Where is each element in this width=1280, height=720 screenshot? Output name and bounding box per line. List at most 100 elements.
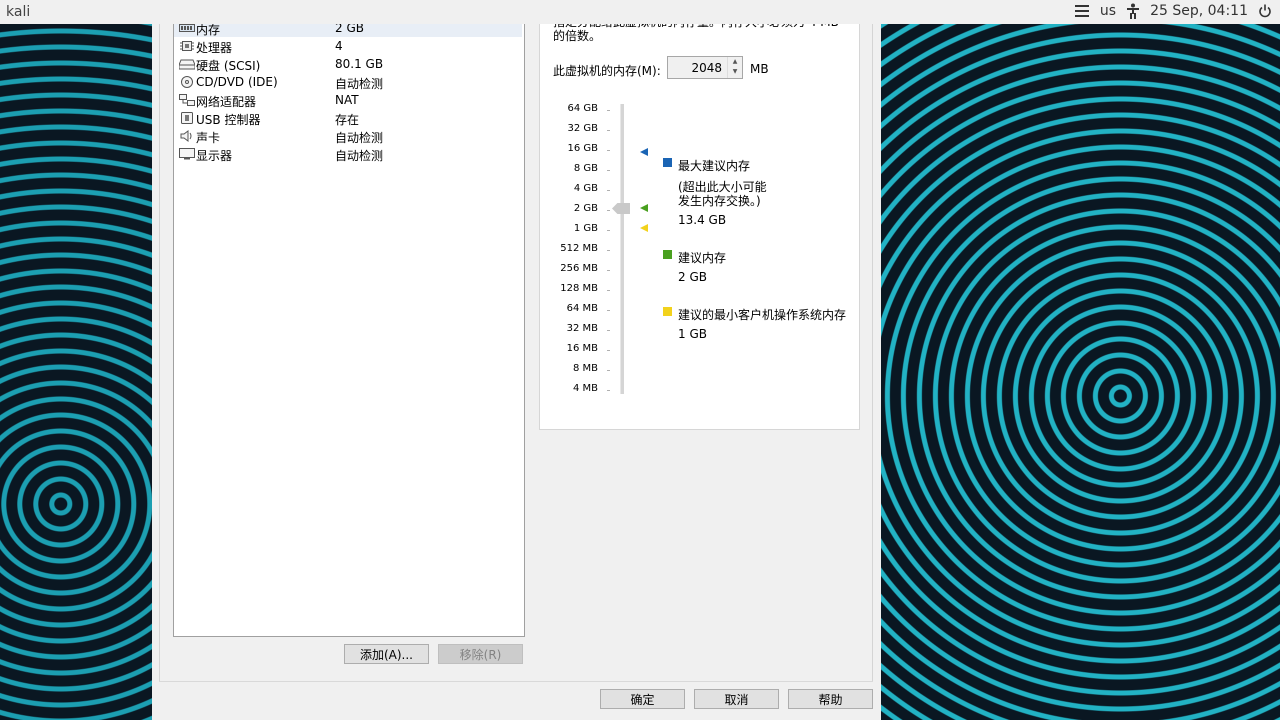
dialog-separator	[159, 681, 873, 682]
memory-scale-label: 256 MB	[560, 263, 598, 274]
memory-scale-label: 128 MB	[560, 283, 598, 294]
memory-settings-group: 内存 指定分配给此虚拟机的内存量。内存大小必须为 4 MB 的倍数。 此虚拟机的…	[539, 0, 860, 430]
device-summary: 自动检测	[335, 149, 384, 163]
memory-scale-label: 4 MB	[572, 383, 598, 394]
device-list[interactable]: 设备 摘要 内存 2 GB 处理器 4 硬盘 (SCSI) 80.1 GB CD…	[173, 0, 525, 637]
memory-size-value[interactable]: 2048	[691, 61, 722, 75]
recommended-marker-icon	[640, 204, 648, 212]
device-name: 处理器	[196, 41, 233, 55]
memory-scale-tick	[607, 210, 610, 211]
device-row-sound[interactable]: 声卡 自动检测	[174, 127, 522, 145]
desktop-wallpaper-left	[0, 0, 152, 720]
memory-scale-tick	[607, 150, 610, 151]
ok-button[interactable]: 确定	[600, 689, 685, 709]
min-recommended-title: 建议的最小客户机操作系统内存	[678, 308, 847, 322]
panel-tray: us 25 Sep, 04:11	[1074, 3, 1272, 19]
device-name: USB 控制器	[196, 113, 261, 127]
remove-button[interactable]: 移除(R)	[438, 644, 523, 664]
top-panel: kali us 25 Sep, 04:11	[0, 0, 1280, 24]
memory-scale-tick	[607, 350, 610, 351]
vm-settings-dialog: 设备 摘要 内存 2 GB 处理器 4 硬盘 (SCSI) 80.1 GB CD…	[152, 0, 881, 720]
cancel-button[interactable]: 取消	[694, 689, 779, 709]
memory-scale-label: 64 MB	[566, 303, 598, 314]
recommended-swatch	[663, 250, 672, 259]
sound-icon	[180, 130, 192, 142]
memory-scale-tick	[607, 130, 610, 131]
device-row-usb[interactable]: USB 控制器 存在	[174, 109, 522, 127]
device-name: 显示器	[196, 149, 233, 163]
memory-unit-label: MB	[750, 62, 769, 76]
device-row-cdrom[interactable]: CD/DVD (IDE) 自动检测	[174, 73, 522, 91]
network-icon	[179, 94, 195, 106]
memory-scale-tick	[607, 390, 610, 391]
memory-scale-tick	[607, 330, 610, 331]
recommended-value: 2 GB	[678, 270, 707, 284]
memory-slider-thumb[interactable]	[612, 203, 630, 214]
clock[interactable]: 25 Sep, 04:11	[1150, 3, 1248, 19]
memory-size-spinbox[interactable]: 2048 ▲ ▼	[667, 56, 743, 79]
memory-description-line2: 的倍数。	[553, 29, 602, 43]
device-name: 硬盘 (SCSI)	[196, 59, 261, 73]
memory-scale-label: 32 MB	[566, 323, 598, 334]
min-recommended-marker-icon	[640, 224, 648, 232]
memory-scale-label: 2 GB	[573, 203, 598, 214]
min-recommended-value: 1 GB	[678, 327, 707, 341]
memory-scale-label: 1 GB	[573, 223, 598, 234]
device-row-display[interactable]: 显示器 自动检测	[174, 145, 522, 163]
memory-scale-label: 8 GB	[573, 163, 598, 174]
device-name: CD/DVD (IDE)	[196, 75, 278, 89]
menu-icon[interactable]	[1074, 4, 1090, 18]
cdrom-icon	[181, 76, 193, 88]
max-recommended-title: 最大建议内存	[678, 159, 751, 173]
device-summary: 80.1 GB	[335, 57, 384, 71]
device-summary: 自动检测	[335, 77, 384, 91]
memory-scale-tick	[607, 190, 610, 191]
memory-scale-label: 16 GB	[567, 143, 598, 154]
memory-size-label: 此虚拟机的内存(M):	[553, 64, 661, 78]
spin-arrows[interactable]: ▲ ▼	[727, 57, 742, 78]
display-icon	[179, 148, 195, 160]
memory-scale-tick	[607, 290, 610, 291]
keyboard-layout-indicator[interactable]: us	[1100, 3, 1116, 19]
device-row-processor[interactable]: 处理器 4	[174, 37, 522, 55]
memory-scale-label: 64 GB	[567, 103, 598, 114]
max-recommended-value: 13.4 GB	[678, 213, 727, 227]
max-recommended-note-line2: 发生内存交换。)	[678, 194, 761, 208]
memory-scale-tick	[607, 310, 610, 311]
memory-scale-tick	[607, 270, 610, 271]
memory-scale-tick	[607, 370, 610, 371]
device-name: 声卡	[196, 131, 221, 145]
memory-scale-label: 4 GB	[573, 183, 598, 194]
device-summary: NAT	[335, 93, 359, 107]
help-button[interactable]: 帮助	[788, 689, 873, 709]
cpu-icon	[180, 41, 194, 51]
memory-scale-tick	[607, 230, 610, 231]
memory-scale-label: 32 GB	[567, 123, 598, 134]
usb-icon	[181, 112, 193, 124]
spin-down-icon[interactable]: ▼	[728, 67, 742, 77]
memory-scale-tick	[607, 170, 610, 171]
memory-scale-label: 16 MB	[566, 343, 598, 354]
memory-slider-track[interactable]	[620, 104, 624, 394]
max-recommended-marker-icon	[640, 148, 648, 156]
memory-scale-label: 512 MB	[560, 243, 598, 254]
accessibility-icon[interactable]	[1126, 3, 1140, 19]
spin-up-icon[interactable]: ▲	[728, 57, 742, 67]
max-recommended-swatch	[663, 158, 672, 167]
device-summary: 存在	[335, 113, 360, 127]
add-button[interactable]: 添加(A)...	[344, 644, 429, 664]
memory-scale-label: 8 MB	[572, 363, 598, 374]
active-app-name: kali	[6, 4, 31, 20]
device-row-harddisk[interactable]: 硬盘 (SCSI) 80.1 GB	[174, 55, 522, 73]
recommended-title: 建议内存	[678, 251, 727, 265]
memory-scale-tick	[607, 110, 610, 111]
device-name: 网络适配器	[196, 95, 257, 109]
device-summary: 4	[335, 39, 343, 53]
power-icon[interactable]	[1258, 4, 1272, 18]
device-summary: 自动检测	[335, 131, 384, 145]
min-recommended-swatch	[663, 307, 672, 316]
memory-scale-tick	[607, 250, 610, 251]
desktop-wallpaper-right	[881, 0, 1280, 720]
device-row-network[interactable]: 网络适配器 NAT	[174, 91, 522, 109]
harddisk-icon	[179, 59, 195, 70]
